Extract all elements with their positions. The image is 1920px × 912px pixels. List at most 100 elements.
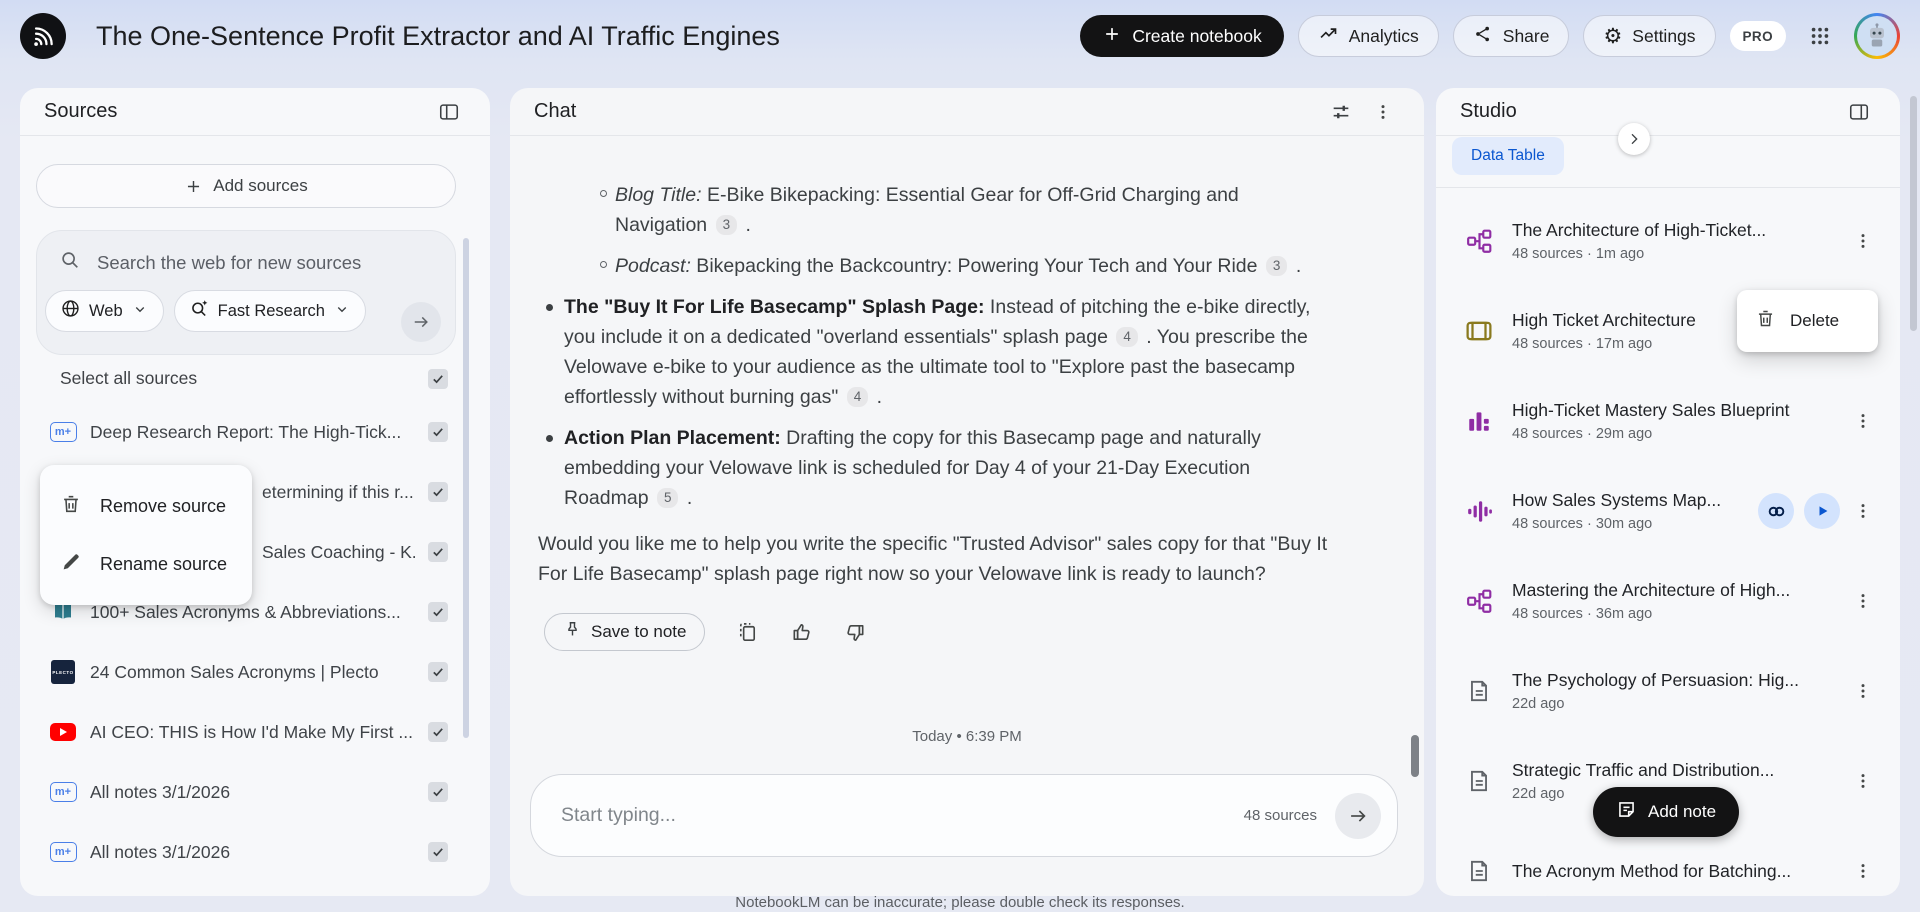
copy-icon[interactable] <box>735 620 759 644</box>
source-row[interactable]: PLECTO 24 Common Sales Acronyms | Plecto <box>36 642 474 702</box>
source-checkbox[interactable] <box>428 422 448 442</box>
source-row[interactable]: AI CEO: THIS is How I'd Make My First ..… <box>36 702 474 762</box>
chat-date-divider: Today • 6:39 PM <box>912 728 1022 745</box>
search-row[interactable]: Search the web for new sources <box>37 231 455 282</box>
header-actions: Create notebook Analytics Share ⚙ Settin… <box>1080 13 1900 59</box>
chat-list-item: Action Plan Placement: Drafting the copy… <box>538 423 1330 513</box>
data-table-chip[interactable]: Data Table <box>1452 137 1564 175</box>
citation-chip[interactable]: 4 <box>846 387 869 407</box>
studio-item-menu-button[interactable] <box>1846 764 1880 798</box>
share-icon <box>1473 24 1493 49</box>
play-button[interactable] <box>1804 493 1840 529</box>
app-header: The One-Sentence Profit Extractor and AI… <box>0 0 1920 72</box>
rename-source-menu-item[interactable]: Rename source <box>40 535 252 593</box>
notebooklm-logo-icon[interactable] <box>20 13 66 59</box>
chat-more-menu-icon[interactable] <box>1366 95 1400 129</box>
studio-item-title: High-Ticket Mastery Sales Blueprint <box>1512 400 1790 420</box>
studio-item-meta: 48 sources · 1m ago <box>1512 246 1645 262</box>
chevron-right-icon <box>1631 133 1638 145</box>
studio-item-title: The Acronym Method for Batching... <box>1512 860 1792 881</box>
add-sources-button[interactable]: Add sources <box>36 164 456 208</box>
studio-panel-header: Studio <box>1436 88 1900 135</box>
thumbs-up-icon[interactable] <box>789 620 813 644</box>
studio-item-menu-button[interactable] <box>1846 854 1880 888</box>
plecto-favicon-icon: PLECTO <box>51 660 75 684</box>
more-options-icon <box>1861 234 1865 248</box>
sources-panel-header: Sources <box>20 88 490 135</box>
collapse-sources-panel-icon[interactable] <box>432 95 466 129</box>
source-checkbox[interactable] <box>428 782 448 802</box>
thumbs-down-icon[interactable] <box>843 620 867 644</box>
studio-item-row[interactable]: The Psychology of Persuasion: Hig... 22d … <box>1436 646 1900 736</box>
note-icon <box>1471 680 1487 702</box>
source-title: Deep Research Report: The High-Tick... <box>90 421 402 442</box>
source-title: AI CEO: THIS is How I'd Make My First ..… <box>90 721 413 742</box>
studio-item-row[interactable]: High-Ticket Mastery Sales Blueprint 48 so… <box>1436 376 1900 466</box>
pro-badge: PRO <box>1729 21 1786 51</box>
pin-icon <box>563 620 582 644</box>
source-checkbox[interactable] <box>428 602 448 622</box>
chat-scrollbar[interactable] <box>1411 735 1419 777</box>
source-context-menu: Remove source Rename source <box>40 465 252 605</box>
user-avatar[interactable] <box>1854 13 1900 59</box>
select-all-row: Select all sources <box>60 368 448 389</box>
citation-chip[interactable]: 3 <box>715 215 738 235</box>
source-checkbox[interactable] <box>428 482 448 502</box>
studio-item-menu-button[interactable] <box>1846 224 1880 258</box>
chat-paragraph: Would you like me to help you write the … <box>538 533 1328 585</box>
source-row[interactable]: m+ All notes 3/1/2026 <box>36 822 474 882</box>
youtube-icon <box>50 723 76 741</box>
source-row[interactable]: m+ Deep Research Report: The High-Tick... <box>36 402 474 462</box>
remove-source-menu-item[interactable]: Remove source <box>40 477 252 535</box>
apps-grid-icon[interactable] <box>1800 16 1840 56</box>
create-notebook-button[interactable]: Create notebook <box>1080 15 1284 57</box>
chevron-down-icon <box>333 300 351 323</box>
disclaimer-text: NotebookLM can be inaccurate; please dou… <box>735 894 1185 911</box>
studio-item-menu-button[interactable] <box>1846 494 1880 528</box>
share-button[interactable]: Share <box>1452 15 1570 57</box>
source-checkbox[interactable] <box>428 722 448 742</box>
interactive-button[interactable] <box>1758 493 1794 529</box>
collapse-studio-panel-icon[interactable] <box>1842 95 1876 129</box>
search-submit-button[interactable] <box>401 302 441 342</box>
studio-item-menu-button[interactable] <box>1846 584 1880 618</box>
web-source-dropdown[interactable]: Web <box>45 290 164 332</box>
studio-item-menu-button[interactable] <box>1846 674 1880 708</box>
chat-input[interactable] <box>561 804 1244 827</box>
source-title: etermining if this r... <box>262 481 414 502</box>
sources-scrollbar[interactable] <box>463 238 469 738</box>
sources-panel: Sources Add sources Search the web for n… <box>20 88 490 896</box>
source-checkbox[interactable] <box>428 662 448 682</box>
analytics-button[interactable]: Analytics <box>1297 15 1439 57</box>
send-message-button[interactable] <box>1335 792 1381 839</box>
list-marker <box>600 190 607 197</box>
chat-settings-tune-icon[interactable] <box>1324 95 1358 129</box>
settings-button[interactable]: ⚙ Settings <box>1583 15 1716 57</box>
chip-carousel-next-button[interactable] <box>1618 123 1650 155</box>
studio-item-row[interactable]: Mastering the Architecture of High... 48 … <box>1436 556 1900 646</box>
add-note-button[interactable]: Add note <box>1593 787 1740 837</box>
search-placeholder[interactable]: Search the web for new sources <box>97 252 361 274</box>
select-all-label: Select all sources <box>60 368 198 388</box>
notebook-title[interactable]: The One-Sentence Profit Extractor and AI… <box>96 21 1080 52</box>
list-marker <box>600 261 607 268</box>
delete-menu-item[interactable]: Delete <box>1737 290 1878 352</box>
chat-list-item: Podcast: Bikepacking the Backcountry: Po… <box>538 251 1330 281</box>
research-mode-dropdown[interactable]: Fast Research <box>173 290 366 332</box>
arrow-right-icon <box>1351 809 1366 822</box>
studio-item-menu-button[interactable] <box>1846 404 1880 438</box>
divider <box>20 135 490 136</box>
studio-item-row[interactable]: The Architecture of High-Ticket... 48 sou… <box>1436 196 1900 286</box>
source-row[interactable]: m+ All notes 3/1/2026 <box>36 762 474 822</box>
studio-item-title: Mastering the Architecture of High... <box>1512 580 1791 600</box>
citation-chip[interactable]: 5 <box>656 488 679 508</box>
source-checkbox[interactable] <box>428 842 448 862</box>
note-add-icon <box>1616 799 1637 825</box>
studio-item-row[interactable]: How Sales Systems Map... 48 sources · 30m… <box>1436 466 1900 556</box>
select-all-checkbox[interactable] <box>428 368 448 389</box>
window-scrollbar[interactable] <box>1910 96 1917 331</box>
source-checkbox[interactable] <box>428 542 448 562</box>
save-to-note-button[interactable]: Save to note <box>544 613 706 651</box>
citation-chip[interactable]: 4 <box>1116 327 1138 347</box>
citation-chip[interactable]: 3 <box>1265 256 1288 276</box>
